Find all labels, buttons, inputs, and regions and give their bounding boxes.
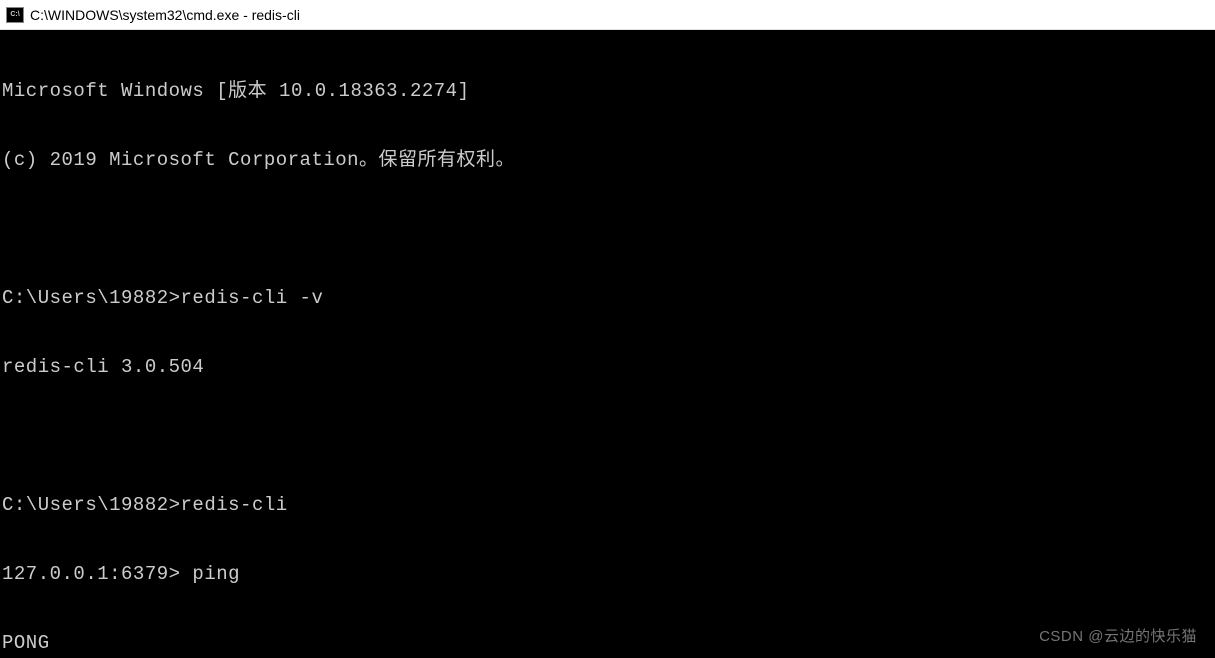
terminal-line: C:\Users\19882>redis-cli	[2, 494, 1213, 517]
terminal-line	[2, 425, 1213, 448]
titlebar[interactable]: C:\WINDOWS\system32\cmd.exe - redis-cli	[0, 0, 1215, 30]
terminal-line: 127.0.0.1:6379> ping	[2, 563, 1213, 586]
cmd-window: C:\WINDOWS\system32\cmd.exe - redis-cli …	[0, 0, 1215, 658]
cmd-icon	[6, 7, 24, 23]
terminal-area[interactable]: Microsoft Windows [版本 10.0.18363.2274] (…	[0, 30, 1215, 658]
terminal-line: redis-cli 3.0.504	[2, 356, 1213, 379]
terminal-line	[2, 218, 1213, 241]
terminal-line: PONG	[2, 632, 1213, 655]
terminal-line: (c) 2019 Microsoft Corporation。保留所有权利。	[2, 149, 1213, 172]
terminal-line: C:\Users\19882>redis-cli -v	[2, 287, 1213, 310]
terminal-line: Microsoft Windows [版本 10.0.18363.2274]	[2, 80, 1213, 103]
watermark: CSDN @云边的快乐猫	[1039, 625, 1197, 648]
window-title: C:\WINDOWS\system32\cmd.exe - redis-cli	[30, 7, 300, 23]
